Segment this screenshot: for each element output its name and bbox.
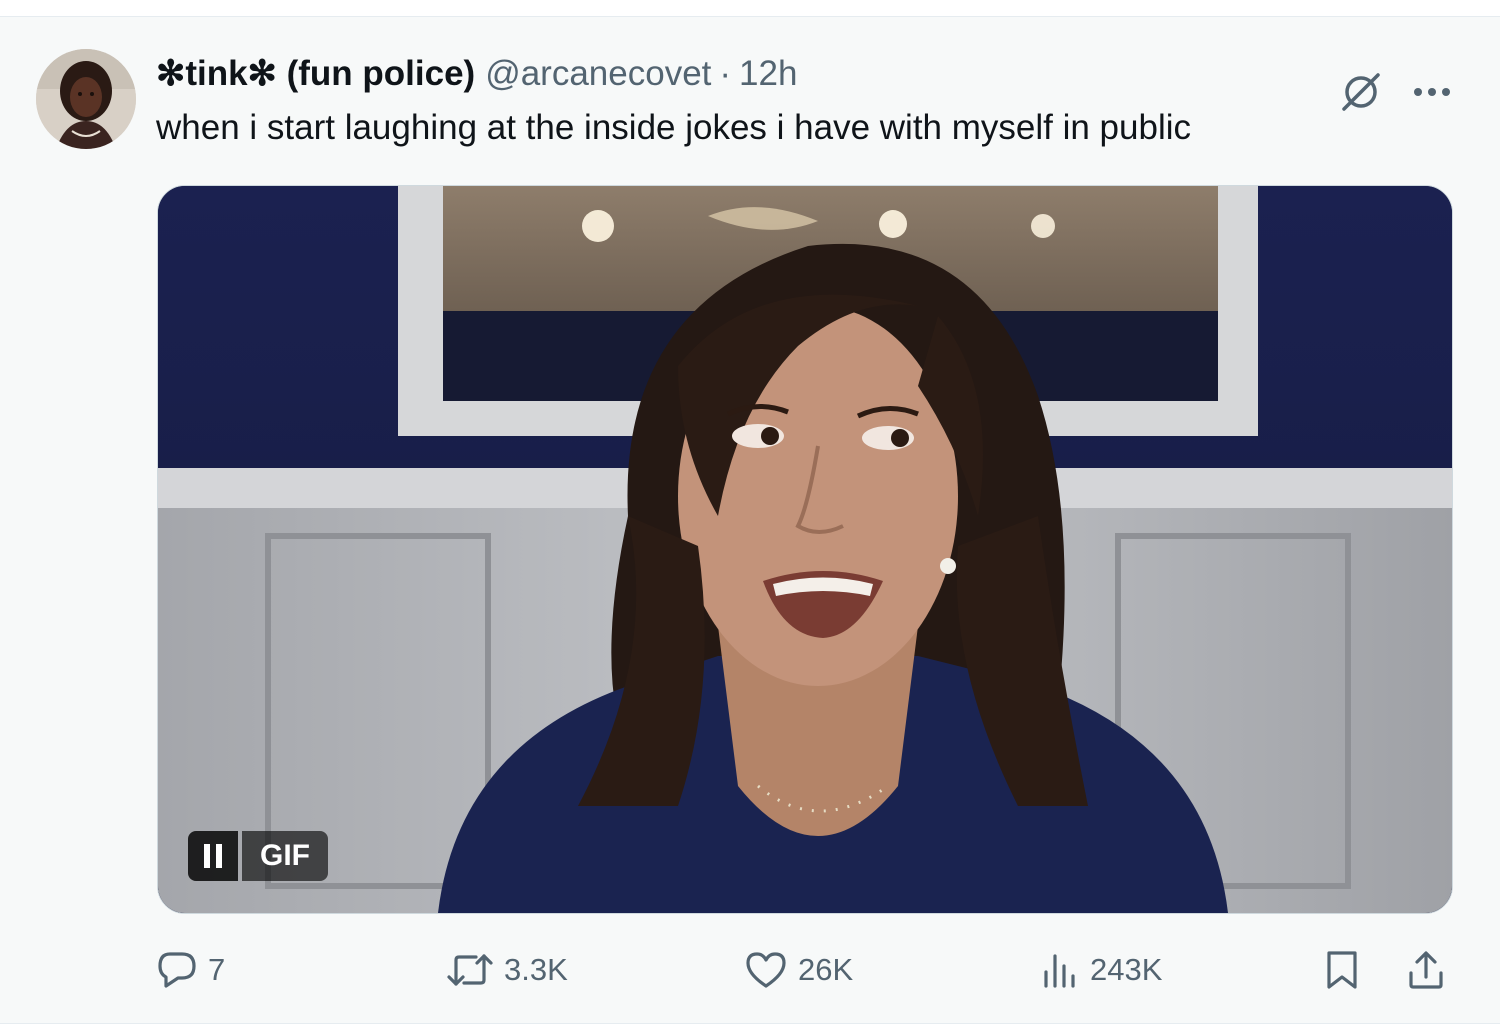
pause-button[interactable] xyxy=(188,831,238,881)
views-button[interactable]: 243K xyxy=(1040,945,1162,995)
share-button[interactable] xyxy=(1406,945,1446,995)
heart-icon xyxy=(746,952,786,988)
tweet-timestamp[interactable]: 12h xyxy=(739,54,797,94)
grok-icon xyxy=(1342,73,1380,111)
top-separator xyxy=(0,0,1500,17)
retweet-button[interactable]: 3.3K xyxy=(446,945,568,995)
reply-icon xyxy=(158,952,196,988)
tweet-media-gif[interactable]: GIF xyxy=(157,185,1453,914)
reply-count: 7 xyxy=(208,952,226,987)
display-name[interactable]: ✻tink✻ (fun police) xyxy=(156,54,475,94)
pause-icon xyxy=(204,844,222,868)
tweet-text: when i start laughing at the inside joke… xyxy=(156,108,1191,147)
more-options-button[interactable] xyxy=(1404,67,1460,117)
like-button[interactable]: 26K xyxy=(744,945,853,995)
retweet-icon xyxy=(447,954,493,986)
views-count: 243K xyxy=(1090,952,1163,987)
avatar-image xyxy=(36,49,136,149)
user-handle[interactable]: @arcanecovet xyxy=(485,54,711,94)
header-separator: · xyxy=(719,54,732,93)
tweet-header: ✻tink✻ (fun police) @arcanecovet · 12h xyxy=(156,51,797,97)
gif-controls: GIF xyxy=(188,831,328,881)
bookmark-icon xyxy=(1327,951,1357,989)
gif-frame xyxy=(158,186,1452,913)
retweet-count: 3.3K xyxy=(504,952,568,987)
user-avatar[interactable] xyxy=(36,49,136,149)
more-dots-icon xyxy=(1414,88,1450,96)
bookmark-button[interactable] xyxy=(1324,945,1360,995)
share-icon xyxy=(1409,951,1443,989)
tweet-card[interactable]: ✻tink✻ (fun police) @arcanecovet · 12h w… xyxy=(0,17,1500,1023)
tweet-actions-bar: 7 3.3K 26K 243K xyxy=(156,945,1456,995)
gif-badge: GIF xyxy=(242,831,328,881)
grok-button[interactable] xyxy=(1336,67,1386,117)
like-count: 26K xyxy=(798,952,854,987)
views-chart-icon xyxy=(1044,954,1075,988)
reply-button[interactable]: 7 xyxy=(156,945,225,995)
